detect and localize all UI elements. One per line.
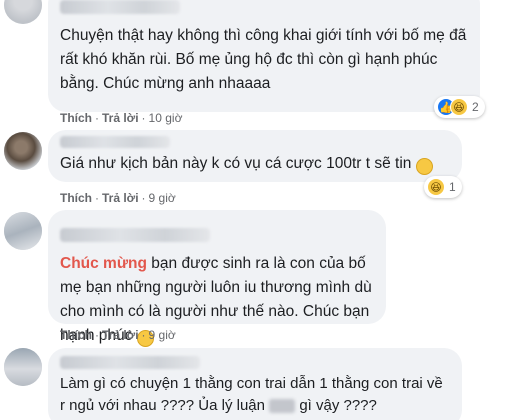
- reply-button[interactable]: Trả lời: [102, 328, 139, 342]
- comment-actions: Thích · Trả lời · 9 giờ: [60, 191, 176, 205]
- timestamp[interactable]: 9 giờ: [149, 191, 176, 205]
- reaction-count: 1: [449, 180, 456, 194]
- timestamp[interactable]: 10 giờ: [149, 111, 183, 125]
- censored-word: [269, 399, 296, 414]
- comment-bubble: Chúc mừng bạn được sinh ra là con của bố…: [48, 210, 386, 347]
- like-button[interactable]: Thích: [60, 111, 92, 125]
- comment-text-end: gì vậy ????: [299, 397, 377, 414]
- avatar[interactable]: [4, 348, 42, 386]
- author-name[interactable]: [60, 356, 200, 369]
- avatar[interactable]: [4, 212, 42, 250]
- like-button[interactable]: Thích: [60, 191, 92, 205]
- comment-text: Chuyện thật hay không thì công khai giới…: [60, 27, 467, 92]
- comment-text: Làm gì có chuyện 1 thằng con trai dẫn 1 …: [60, 375, 443, 414]
- reaction-summary[interactable]: 👍 😆 2: [434, 96, 485, 118]
- timestamp[interactable]: 9 giờ: [149, 328, 176, 342]
- comment-actions: Thích · Trả lời · 10 giờ: [60, 111, 183, 125]
- comment-bubble: Làm gì có chuyện 1 thằng con trai dẫn 1 …: [48, 348, 462, 420]
- highlighted-text: Chúc mừng: [60, 255, 147, 272]
- reaction-summary[interactable]: 😆 1: [424, 176, 462, 198]
- haha-icon: 😆: [450, 98, 468, 116]
- haha-icon: 😆: [427, 178, 445, 196]
- author-name[interactable]: [60, 136, 170, 148]
- comment-text: Giá như kịch bản này k có vụ cá cược 100…: [60, 155, 412, 172]
- comment-bubble: Chuyện thật hay không thì công khai giới…: [48, 0, 480, 112]
- avatar[interactable]: [4, 0, 42, 24]
- comment-bubble: Giá như kịch bản này k có vụ cá cược 100…: [48, 130, 462, 182]
- author-name[interactable]: [60, 228, 210, 242]
- avatar[interactable]: [4, 132, 42, 170]
- author-name[interactable]: [60, 0, 180, 14]
- comment-actions: Thích · Trả lời · 9 giờ: [60, 328, 176, 342]
- reaction-count: 2: [472, 100, 479, 114]
- like-button[interactable]: Thích: [60, 328, 92, 342]
- laughing-emoji-icon: 😂: [415, 158, 433, 175]
- reply-button[interactable]: Trả lời: [102, 111, 139, 125]
- reply-button[interactable]: Trả lời: [102, 191, 139, 205]
